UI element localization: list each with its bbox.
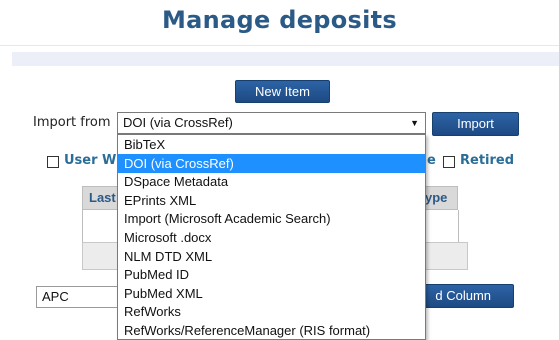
table-header-last[interactable]: Last	[89, 190, 116, 205]
user-filter-label: User W	[64, 153, 117, 168]
dropdown-option[interactable]: BibTeX	[118, 135, 425, 154]
dropdown-option[interactable]: NLM DTD XML	[118, 247, 425, 266]
dropdown-option[interactable]: PubMed XML	[118, 284, 425, 303]
dropdown-option[interactable]: RefWorks/ReferenceManager (RIS format)	[118, 321, 425, 340]
import-button[interactable]: Import	[432, 112, 519, 136]
retired-label: Retired	[460, 153, 515, 168]
import-format-select[interactable]: DOI (via CrossRef) ▼	[117, 112, 426, 134]
table-footer-left	[82, 242, 118, 270]
dropdown-option[interactable]: DOI (via CrossRef)	[118, 153, 425, 173]
table-header-type[interactable]: ype	[425, 190, 447, 205]
title-divider	[0, 45, 559, 46]
middle-filter-label: e	[427, 153, 436, 168]
table-footer-right	[424, 242, 468, 270]
column-name-input[interactable]: APC	[36, 286, 122, 308]
dropdown-option[interactable]: Microsoft .docx	[118, 228, 425, 247]
import-from-label: Import from	[33, 115, 111, 130]
user-filter-checkbox[interactable]	[47, 156, 59, 168]
dropdown-option[interactable]: DSpace Metadata	[118, 172, 425, 191]
page-title: Manage deposits	[161, 6, 398, 34]
import-format-selected-value: DOI (via CrossRef)	[123, 115, 233, 130]
import-format-dropdown-list[interactable]: BibTeX DOI (via CrossRef) DSpace Metadata E…	[117, 134, 426, 340]
header-band	[12, 52, 559, 66]
dropdown-option[interactable]: RefWorks	[118, 302, 425, 321]
dropdown-option[interactable]: Import (Microsoft Academic Search)	[118, 209, 425, 228]
dropdown-option[interactable]: PubMed ID	[118, 265, 425, 284]
new-item-button[interactable]: New Item	[235, 80, 330, 103]
dropdown-arrow-icon[interactable]: ▼	[410, 113, 419, 133]
dropdown-option[interactable]: EPrints XML	[118, 191, 425, 210]
retired-checkbox[interactable]	[443, 156, 455, 168]
